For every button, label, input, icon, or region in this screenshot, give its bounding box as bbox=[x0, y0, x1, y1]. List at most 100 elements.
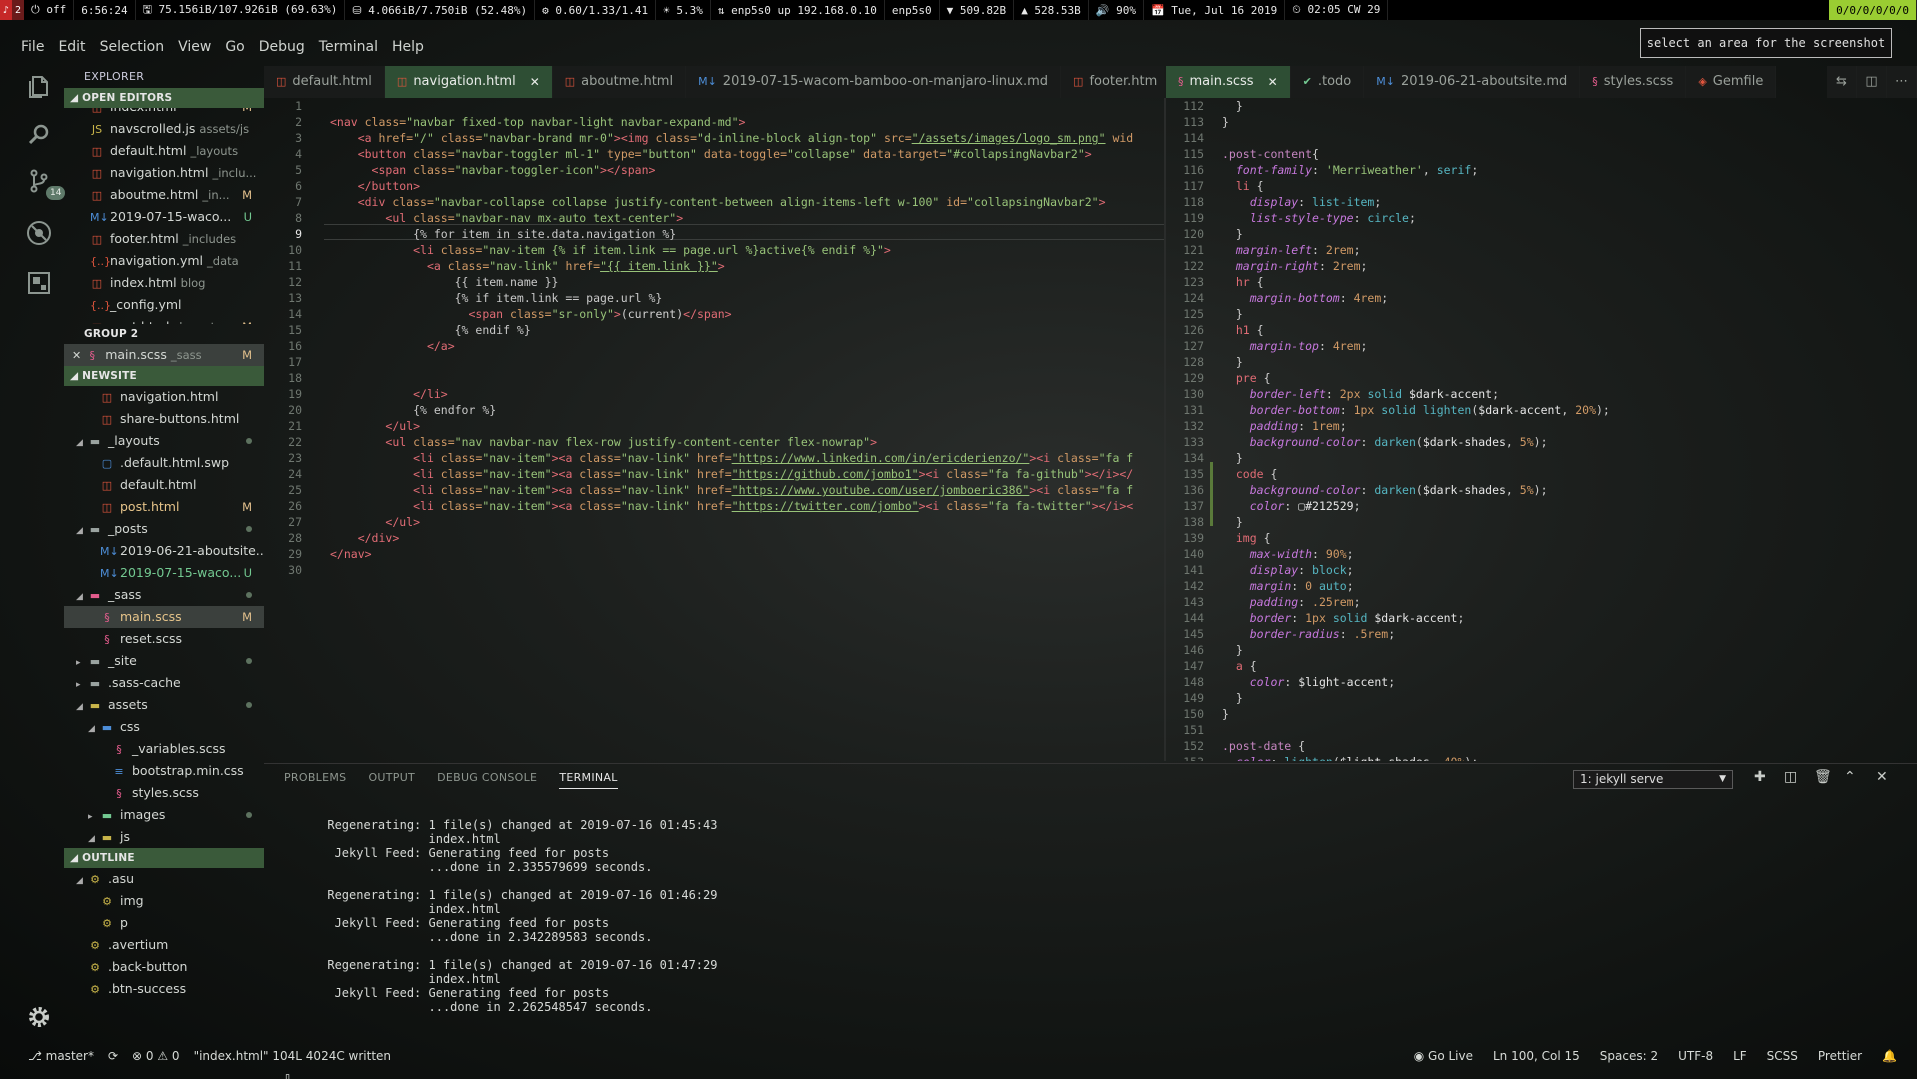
open-editors-header[interactable]: ◢ OPEN EDITORS bbox=[64, 88, 264, 108]
explorer-icon[interactable] bbox=[26, 74, 52, 100]
more-actions-icon[interactable]: ⋯ bbox=[1887, 66, 1917, 98]
panel-tab-debug-console[interactable]: DEBUG CONSOLE bbox=[437, 771, 537, 789]
open-editor-item[interactable]: ◫ footer.html _includes bbox=[64, 228, 264, 250]
panel-tab-terminal[interactable]: TERMINAL bbox=[559, 771, 618, 789]
problems-count[interactable]: ⊗ 0 ⚠ 0 bbox=[132, 1049, 180, 1063]
cursor-position[interactable]: Ln 100, Col 15 bbox=[1493, 1049, 1580, 1063]
open-editor-item[interactable]: JS navscrolled.js assets/js bbox=[64, 118, 264, 140]
open-editor-item[interactable]: ◫ index.html blog bbox=[64, 272, 264, 294]
tree-arrow-icon[interactable]: ◢ bbox=[76, 520, 88, 540]
tree-item[interactable]: ◢ ▬ assets bbox=[64, 694, 264, 716]
split-editor-icon[interactable]: ◫ bbox=[1857, 66, 1887, 98]
tree-item[interactable]: ◫ post.html M bbox=[64, 496, 264, 518]
editor-main-scss[interactable]: 112 } 113} 114 115 .post-content{116 font-fa… bbox=[1166, 98, 1917, 761]
tree-item[interactable]: § _variables.scss bbox=[64, 738, 264, 760]
sync-icon[interactable]: ⟳ bbox=[108, 1049, 118, 1063]
tree-arrow-icon[interactable]: ◢ bbox=[88, 718, 100, 738]
tree-item[interactable]: § styles.scss bbox=[64, 782, 264, 804]
compare-icon[interactable]: ⇆ bbox=[1827, 66, 1857, 98]
tree-arrow-icon[interactable]: ◢ bbox=[76, 432, 88, 452]
editor-tab[interactable]: ◈ Gemfile bbox=[1686, 66, 1777, 98]
open-editor-item[interactable]: ◫ index.html M bbox=[64, 108, 264, 118]
open-editor-item[interactable]: ◫ aboutme.html _in... M bbox=[64, 184, 264, 206]
outline-item[interactable]: ⚙ img bbox=[64, 890, 264, 912]
tree-item[interactable]: ≡ bootstrap.min.css bbox=[64, 760, 264, 782]
outline-item[interactable]: ⚙ .btn-success bbox=[64, 978, 264, 1000]
outline-header[interactable]: ◢ OUTLINE bbox=[64, 848, 264, 868]
split-terminal-icon[interactable]: ◫ bbox=[1784, 769, 1797, 785]
extensions-icon[interactable] bbox=[26, 270, 52, 296]
editor-tab[interactable]: § main.scss ✕ bbox=[1166, 66, 1291, 98]
outline-item[interactable]: ⚙ p bbox=[64, 912, 264, 934]
notifications-bell-icon[interactable]: 🔔 bbox=[1882, 1049, 1897, 1063]
tree-item[interactable]: ◢ ▬ _layouts bbox=[64, 430, 264, 452]
tree-item[interactable]: § reset.scss bbox=[64, 628, 264, 650]
menu-edit[interactable]: Edit bbox=[51, 36, 92, 58]
tree-item[interactable]: § main.scss M bbox=[64, 606, 264, 628]
tree-item[interactable]: ◢ ▬ css bbox=[64, 716, 264, 738]
tree-arrow-icon[interactable]: ▸ bbox=[88, 806, 100, 826]
editor-tab[interactable]: ◫ aboutme.html bbox=[552, 66, 687, 98]
terminal-output[interactable]: Regenerating: 1 file(s) changed at 2019-… bbox=[284, 818, 717, 1079]
tree-item[interactable]: ◫ default.html bbox=[64, 474, 264, 496]
tree-item[interactable]: ▸ ▬ _site bbox=[64, 650, 264, 672]
editor-tab[interactable]: ◫ footer.htm bbox=[1061, 66, 1164, 98]
tree-item[interactable]: ▸ ▬ images bbox=[64, 804, 264, 826]
tree-item[interactable]: ◫ navigation.html bbox=[64, 386, 264, 408]
maximize-panel-icon[interactable]: ⌃ bbox=[1844, 769, 1856, 785]
tree-arrow-icon[interactable]: ▸ bbox=[76, 652, 88, 672]
workspace-1[interactable]: ♪ bbox=[0, 0, 12, 20]
workspace-indicator[interactable]: ♪ 2 bbox=[0, 0, 24, 20]
editor-tab[interactable]: § styles.scss bbox=[1580, 66, 1687, 98]
tree-item[interactable]: ◢ ▬ _sass bbox=[64, 584, 264, 606]
settings-gear-icon[interactable] bbox=[26, 1004, 52, 1030]
prettier-status[interactable]: Prettier bbox=[1818, 1049, 1862, 1063]
end-of-line[interactable]: LF bbox=[1733, 1049, 1747, 1063]
editor-tab[interactable]: M↓ 2019-06-21-aboutsite.md bbox=[1364, 66, 1581, 98]
editor-tab[interactable]: M↓ 2019-07-15-wacom-bamboo-on-manjaro-lin… bbox=[686, 66, 1062, 98]
menu-view[interactable]: View bbox=[171, 36, 218, 58]
open-editor-item[interactable]: ◫ post.html _layouts M bbox=[64, 316, 264, 324]
panel-tab-problems[interactable]: PROBLEMS bbox=[284, 771, 346, 789]
tree-item[interactable]: ▢ .default.html.swp bbox=[64, 452, 264, 474]
open-editor-item[interactable]: {..}_config.yml bbox=[64, 294, 264, 316]
tree-arrow-icon[interactable]: ◢ bbox=[88, 828, 100, 848]
editor-tab[interactable]: ◫ navigation.html ✕ bbox=[384, 66, 553, 98]
new-terminal-icon[interactable]: ✚ bbox=[1754, 769, 1766, 785]
outline-item[interactable]: ⚙ .avertium bbox=[64, 934, 264, 956]
source-control-icon[interactable]: 14 bbox=[26, 168, 66, 200]
editor-navigation-html[interactable]: 1 2 <nav class="navbar fixed-top navbar-li… bbox=[264, 98, 1164, 761]
tree-arrow-icon[interactable]: ◢ bbox=[76, 696, 88, 716]
menu-selection[interactable]: Selection bbox=[93, 36, 172, 58]
open-editor-item[interactable]: M↓2019-07-15-waco... U bbox=[64, 206, 264, 228]
debug-icon[interactable] bbox=[26, 220, 52, 246]
close-icon[interactable]: ✕ bbox=[530, 66, 540, 98]
search-icon[interactable] bbox=[26, 122, 52, 148]
tree-item[interactable]: M↓2019-06-21-aboutsite... bbox=[64, 540, 264, 562]
open-editor-item[interactable]: ◫ navigation.html _inclu... bbox=[64, 162, 264, 184]
trash-icon[interactable]: 🗑 bbox=[1814, 769, 1832, 785]
tree-item[interactable]: M↓2019-07-15-waco... U bbox=[64, 562, 264, 584]
close-icon[interactable]: ✕ bbox=[72, 349, 81, 362]
tree-item[interactable]: ◫ share-buttons.html bbox=[64, 408, 264, 430]
close-icon[interactable]: ✕ bbox=[1268, 66, 1278, 98]
outline-item[interactable]: ◢ ⚙ .asu bbox=[64, 868, 264, 890]
tree-arrow-icon[interactable]: ◢ bbox=[76, 586, 88, 606]
outline-item[interactable]: ⚙ .back-button bbox=[64, 956, 264, 978]
tree-arrow-icon[interactable]: ▸ bbox=[76, 674, 88, 694]
panel-tab-output[interactable]: OUTPUT bbox=[368, 771, 415, 789]
indentation[interactable]: Spaces: 2 bbox=[1600, 1049, 1658, 1063]
menu-file[interactable]: File bbox=[14, 36, 51, 58]
group2-file-main-scss[interactable]: ✕ § main.scss _sass M bbox=[64, 344, 264, 366]
editor-tab[interactable]: ✔ .todo bbox=[1290, 66, 1365, 98]
menu-debug[interactable]: Debug bbox=[252, 36, 312, 58]
language-mode[interactable]: SCSS bbox=[1767, 1049, 1798, 1063]
editor-tab[interactable]: ◫ default.html bbox=[264, 66, 385, 98]
menu-go[interactable]: Go bbox=[218, 36, 251, 58]
tree-arrow-icon[interactable]: ◢ bbox=[76, 870, 88, 890]
newsite-header[interactable]: ◢ NEWSITE bbox=[64, 366, 264, 386]
tree-item[interactable]: ◢ ▬ _posts bbox=[64, 518, 264, 540]
workspace-2[interactable]: 2 bbox=[12, 0, 24, 20]
tree-item[interactable]: ◢ ▬ js bbox=[64, 826, 264, 848]
go-live-button[interactable]: ◉ Go Live bbox=[1414, 1049, 1473, 1063]
